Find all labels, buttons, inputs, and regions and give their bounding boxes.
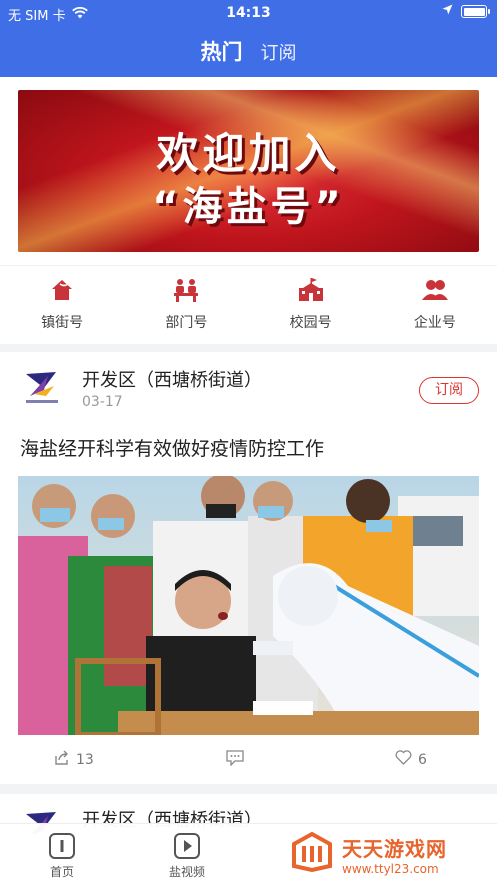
category-town[interactable]: 镇街号 xyxy=(0,266,124,344)
category-school[interactable]: 校园号 xyxy=(249,266,373,344)
source-avatar[interactable] xyxy=(20,366,64,410)
share-count: 13 xyxy=(76,752,94,768)
article-photo[interactable] xyxy=(18,476,479,735)
category-town-label: 镇街号 xyxy=(41,315,84,331)
banner-title: 欢迎加入 xyxy=(156,129,341,178)
nav-home-label: 首页 xyxy=(49,865,74,879)
school-icon xyxy=(297,276,325,304)
app-header: 无 SIM 卡 14:13 热门 订阅 xyxy=(0,0,497,77)
nav-video[interactable]: 盐视频 xyxy=(157,832,217,880)
subscribe-button[interactable]: 订阅 xyxy=(419,377,479,404)
share-icon xyxy=(54,750,70,770)
watermark-title: 天天游戏网 xyxy=(342,836,447,861)
location-icon xyxy=(442,4,453,19)
feed-card[interactable]: 开发区（西塘桥街道） 03-17 订阅 海盐经开科学有效做好疫情防控工作 13 … xyxy=(0,352,497,784)
watermark-url: www.ttyl23.com xyxy=(342,861,439,876)
category-department[interactable]: 部门号 xyxy=(124,266,248,344)
heart-icon xyxy=(395,750,412,769)
share-button[interactable]: 13 xyxy=(54,750,94,770)
bottom-nav: 首页 盐视频 天天游戏网 www.ttyl23.com xyxy=(0,823,497,883)
site-watermark: 天天游戏网 www.ttyl23.com xyxy=(290,831,447,876)
article-headline[interactable]: 海盐经开科学有效做好疫情防控工作 xyxy=(20,434,324,461)
category-enterprise-label: 企业号 xyxy=(413,315,456,331)
people-icon xyxy=(421,276,449,304)
house-icon xyxy=(48,276,76,304)
article-actions: 13 6 xyxy=(0,750,497,772)
category-school-label: 校园号 xyxy=(289,315,332,331)
comment-icon xyxy=(226,750,244,770)
play-icon xyxy=(173,832,201,863)
nav-home[interactable]: 首页 xyxy=(32,832,92,880)
banner-subtitle: “海盐号” xyxy=(152,184,345,230)
like-count: 6 xyxy=(418,751,427,768)
nav-video-label: 盐视频 xyxy=(168,865,205,879)
welcome-banner[interactable]: 欢迎加入 “海盐号” xyxy=(18,90,479,252)
source-name[interactable]: 开发区（西塘桥街道） xyxy=(82,366,262,392)
status-bar: 无 SIM 卡 14:13 xyxy=(0,0,497,26)
tab-subscribe[interactable]: 订阅 xyxy=(261,39,297,65)
banner-section: 欢迎加入 “海盐号” xyxy=(0,77,497,265)
battery-icon xyxy=(461,5,490,18)
category-bar: 镇街号 部门号 校园号 企业号 xyxy=(0,266,497,344)
like-button[interactable]: 6 xyxy=(395,750,427,769)
office-desk-icon xyxy=(172,276,200,304)
header-tabs: 热门 订阅 xyxy=(0,36,497,66)
post-date: 03-17 xyxy=(82,394,123,410)
home-icon xyxy=(48,832,76,863)
category-enterprise[interactable]: 企业号 xyxy=(373,266,497,344)
comment-button[interactable] xyxy=(226,750,244,770)
tab-hot[interactable]: 热门 xyxy=(200,36,242,66)
status-time: 14:13 xyxy=(226,5,271,21)
watermark-logo-icon xyxy=(290,831,334,876)
category-department-label: 部门号 xyxy=(165,315,208,331)
